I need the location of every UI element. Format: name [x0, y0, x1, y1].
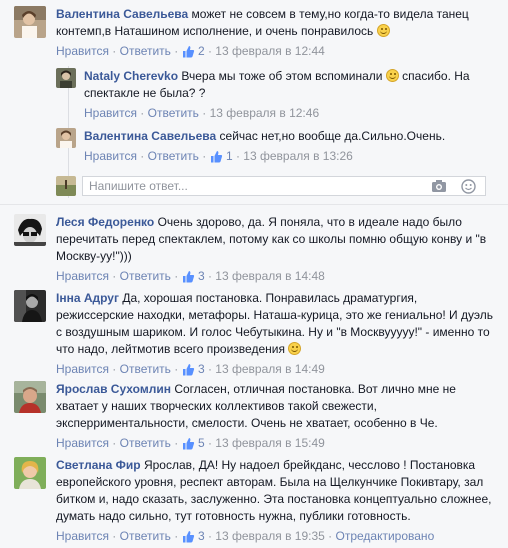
comment: Валентина Савельева может не совсем в те…	[14, 6, 494, 66]
like-count[interactable]: 3	[198, 362, 205, 376]
like-link[interactable]: Нравится	[84, 149, 137, 163]
avatar[interactable]	[56, 68, 76, 88]
thumbs-up-icon[interactable]	[182, 437, 195, 455]
like-link[interactable]: Нравится	[56, 44, 109, 58]
comment-actions: Нравится · Ответить · 3 · 13 февраля в 1…	[56, 528, 494, 548]
comment-body: Леся Федоренко Очень здорово, да. Я поня…	[56, 214, 494, 288]
comment-content: Nataly Cherevko Вчера мы тоже об этом вс…	[84, 68, 496, 102]
smile-emoji-icon	[288, 342, 302, 355]
comment-text: Вчера мы тоже об этом вспоминали	[181, 69, 383, 83]
thumbs-up-icon[interactable]	[182, 363, 195, 381]
comment-actions: Нравится · Ответить · 5 · 13 февраля в 1…	[56, 435, 494, 455]
avatar[interactable]	[14, 6, 46, 38]
avatar[interactable]	[14, 290, 46, 322]
like-count[interactable]: 2	[198, 44, 205, 58]
like-link[interactable]: Нравится	[56, 529, 109, 543]
reply: Nataly Cherevko Вчера мы тоже об этом вс…	[56, 68, 496, 122]
comment-actions: Нравится · Ответить · 1 · 13 февраля в 1…	[84, 148, 496, 168]
reply-link[interactable]: Ответить	[148, 149, 199, 163]
reply-link[interactable]: Ответить	[120, 269, 171, 283]
comment-content: Валентина Савельева сейчас нет,но вообще…	[84, 128, 496, 145]
current-user-avatar	[56, 176, 76, 196]
timestamp[interactable]: 13 февраля в 14:48	[215, 269, 325, 283]
like-link[interactable]: Нравится	[56, 436, 109, 450]
comment: Светлана Фир Ярослав, ДА! Ну надоел брей…	[14, 457, 494, 543]
comment: Ярослав Сухомлин Согласен, отличная пост…	[14, 381, 494, 450]
reply-link[interactable]: Ответить	[120, 44, 171, 58]
comment-content: Ярослав Сухомлин Согласен, отличная пост…	[56, 381, 494, 432]
camera-icon[interactable]	[431, 179, 447, 196]
comment-actions: Нравится · Ответить · 3 · 13 февраля в 1…	[56, 268, 494, 288]
author-name[interactable]: Светлана Фир	[56, 458, 141, 472]
smile-emoji-icon	[385, 69, 399, 82]
timestamp[interactable]: 13 февраля в 15:49	[215, 436, 325, 450]
author-name[interactable]: Nataly Cherevko	[84, 69, 178, 83]
reply-link[interactable]: Ответить	[120, 362, 171, 376]
comment-body: Інна Адруг Да, хорошая постановка. Понра…	[56, 290, 494, 381]
comment-content: Інна Адруг Да, хорошая постановка. Понра…	[56, 290, 494, 358]
reply: Валентина Савельева сейчас нет,но вообще…	[56, 128, 496, 166]
comment-body: Валентина Савельева сейчас нет,но вообще…	[84, 128, 496, 168]
divider	[0, 204, 508, 205]
like-link[interactable]: Нравится	[84, 106, 137, 120]
like-count[interactable]: 3	[198, 529, 205, 543]
timestamp[interactable]: 13 февраля в 12:44	[215, 44, 325, 58]
comment-text: сейчас нет,но вообще да.Сильно.Очень.	[219, 129, 446, 143]
comment-actions: Нравится · Ответить · 13 февраля в 12:46	[84, 106, 320, 120]
timestamp[interactable]: 13 февраля в 13:26	[243, 149, 353, 163]
timestamp[interactable]: 13 февраля в 12:46	[210, 106, 320, 120]
comment-actions: Нравится · Ответить · 2 · 13 февраля в 1…	[56, 43, 494, 63]
comment-body: Светлана Фир Ярослав, ДА! Ну надоел брей…	[56, 457, 494, 548]
like-link[interactable]: Нравится	[56, 362, 109, 376]
like-count[interactable]: 5	[198, 436, 205, 450]
timestamp[interactable]: 13 февраля в 14:49	[215, 362, 325, 376]
like-count[interactable]: 3	[198, 269, 205, 283]
thumbs-up-icon[interactable]	[182, 530, 195, 548]
comment-body: Nataly Cherevko Вчера мы тоже об этом вс…	[84, 68, 496, 122]
comment-body: Валентина Савельева может не совсем в те…	[56, 6, 494, 63]
comment-content: Валентина Савельева может не совсем в те…	[56, 6, 494, 40]
avatar[interactable]	[14, 214, 46, 246]
author-name[interactable]: Валентина Савельева	[84, 129, 216, 143]
comment-body: Ярослав Сухомлин Согласен, отличная пост…	[56, 381, 494, 455]
comment: Леся Федоренко Очень здорово, да. Я поня…	[14, 214, 494, 283]
reply-link[interactable]: Ответить	[120, 529, 171, 543]
thumbs-up-icon[interactable]	[182, 270, 195, 288]
comment-actions: Нравится · Ответить · 3 · 13 февраля в 1…	[56, 361, 494, 381]
avatar[interactable]	[14, 381, 46, 413]
comments-thread: Валентина Савельева может не совсем в те…	[0, 0, 508, 547]
comment-content: Светлана Фир Ярослав, ДА! Ну надоел брей…	[56, 457, 494, 525]
author-name[interactable]: Інна Адруг	[56, 291, 119, 305]
author-name[interactable]: Валентина Савельева	[56, 7, 188, 21]
reply-link[interactable]: Ответить	[148, 106, 199, 120]
sticker-icon[interactable]	[461, 179, 476, 197]
comment-text: Да, хорошая постановка. Понравилась драм…	[56, 291, 493, 356]
thumbs-up-icon[interactable]	[210, 150, 223, 168]
like-count[interactable]: 1	[226, 149, 233, 163]
comment-content: Леся Федоренко Очень здорово, да. Я поня…	[56, 214, 494, 265]
edited-link[interactable]: Отредактировано	[336, 529, 435, 543]
smile-emoji-icon	[376, 24, 390, 37]
author-name[interactable]: Ярослав Сухомлин	[56, 382, 171, 396]
comment: Інна Адруг Да, хорошая постановка. Понра…	[14, 290, 494, 376]
avatar[interactable]	[14, 457, 46, 489]
avatar[interactable]	[56, 128, 76, 148]
reply-composer[interactable]	[82, 176, 486, 196]
thumbs-up-icon[interactable]	[182, 45, 195, 63]
timestamp[interactable]: 13 февраля в 19:35	[215, 529, 325, 543]
reply-input[interactable]	[89, 178, 399, 194]
like-link[interactable]: Нравится	[56, 269, 109, 283]
reply-link[interactable]: Ответить	[120, 436, 171, 450]
author-name[interactable]: Леся Федоренко	[56, 215, 154, 229]
